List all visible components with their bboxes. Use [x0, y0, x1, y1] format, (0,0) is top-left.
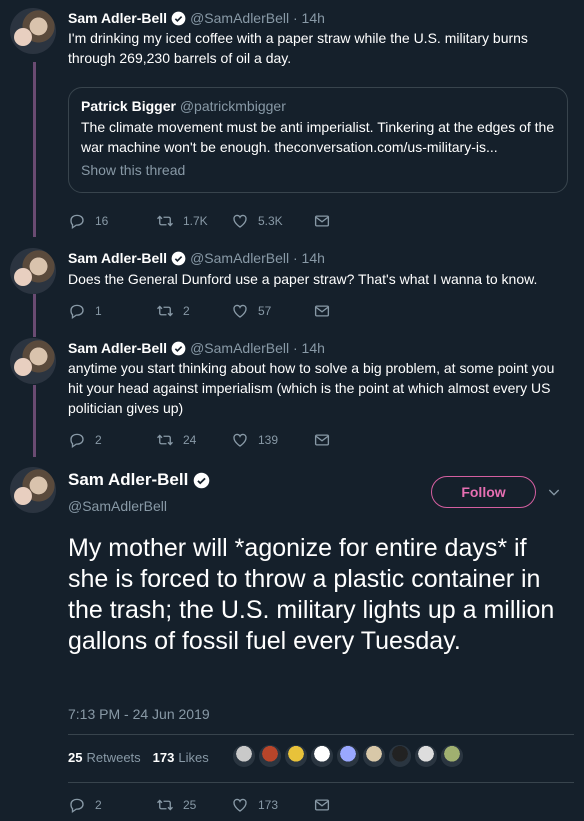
retweet-count: 24	[183, 433, 197, 447]
author-name[interactable]: Sam Adler-Bell	[68, 250, 167, 266]
envelope-icon	[314, 305, 330, 317]
reply-count: 2	[95, 433, 102, 447]
tweet-text: anytime you start thinking about how to …	[68, 360, 555, 416]
liker-avatar[interactable]	[440, 744, 464, 768]
main-tweet-text: My mother will *agonize for entire days*…	[68, 534, 555, 655]
tweet-actions: 1 2 57	[68, 302, 340, 320]
avatar[interactable]	[10, 8, 56, 54]
envelope-icon	[314, 215, 330, 227]
tweet-actions: 2 24 139	[68, 431, 340, 449]
likes-stat[interactable]: 173 Likes	[153, 750, 209, 765]
retweets-stat[interactable]: 25 Retweets	[68, 750, 141, 765]
verified-icon	[171, 341, 186, 355]
reply-count: 1	[95, 304, 102, 318]
liker-avatars	[232, 744, 466, 768]
author-name[interactable]: Sam Adler-Bell	[68, 340, 167, 356]
verified-icon	[171, 251, 186, 265]
reply-count: 16	[95, 214, 109, 228]
retweet-count: 2	[183, 304, 190, 318]
reply-icon	[70, 214, 84, 230]
liker-avatar[interactable]	[414, 744, 438, 768]
retweet-icon	[157, 434, 173, 446]
like-button[interactable]: 57	[231, 302, 313, 320]
heart-icon	[233, 214, 247, 228]
tweet[interactable]: Sam Adler-Bell @SamAdlerBell · 14h Does …	[0, 240, 584, 330]
retweet-button[interactable]: 1.7K	[156, 212, 231, 230]
liker-avatar[interactable]	[362, 744, 386, 768]
like-count: 173	[258, 798, 279, 812]
avatar[interactable]	[10, 467, 56, 513]
tweet-header: Sam Adler-Bell @SamAdlerBell · 14h	[68, 250, 325, 266]
retweet-icon	[157, 305, 173, 317]
avatar[interactable]	[10, 338, 56, 384]
direct-message-button[interactable]	[313, 212, 340, 230]
tweet[interactable]: Sam Adler-Bell @SamAdlerBell · 14h anyti…	[0, 330, 584, 460]
retweet-count: 25	[183, 798, 197, 812]
envelope-icon	[314, 434, 330, 446]
liker-avatar[interactable]	[388, 744, 412, 768]
heart-icon	[233, 433, 247, 447]
envelope-icon	[314, 799, 330, 811]
show-thread-link[interactable]: Show this thread	[81, 162, 555, 178]
quote-header: Patrick Bigger @patrickmbigger	[81, 98, 555, 114]
liker-avatar[interactable]	[258, 744, 282, 768]
author-name[interactable]: Sam Adler-Bell	[68, 10, 167, 26]
tweet-timestamp[interactable]: 7:13 PM - 24 Jun 2019	[68, 706, 210, 722]
engagement-stats: 25 Retweets 173 Likes	[68, 750, 209, 765]
reply-button[interactable]: 16	[68, 212, 156, 230]
like-button[interactable]: 173	[231, 796, 313, 814]
tweet-header: Sam Adler-Bell @SamAdlerBell · 14h	[68, 10, 325, 26]
reply-count: 2	[95, 798, 102, 812]
like-count: 57	[258, 304, 272, 318]
quote-author-name: Patrick Bigger	[81, 98, 176, 114]
like-count: 139	[258, 433, 279, 447]
tweet[interactable]: Sam Adler-Bell @SamAdlerBell · 14h I'm d…	[0, 0, 584, 240]
like-count: 5.3K	[258, 214, 283, 228]
tweet-header: Sam Adler-Bell @SamAdlerBell · 14h	[68, 340, 325, 356]
quoted-tweet[interactable]: Patrick Bigger @patrickmbigger The clima…	[68, 87, 568, 193]
reply-button[interactable]: 1	[68, 302, 156, 320]
like-button[interactable]: 5.3K	[231, 212, 313, 230]
liker-avatar[interactable]	[284, 744, 308, 768]
main-author-name[interactable]: Sam Adler-Bell	[68, 470, 188, 490]
author-handle[interactable]: @SamAdlerBell · 14h	[190, 10, 325, 26]
like-button[interactable]: 139	[231, 431, 313, 449]
avatar[interactable]	[10, 248, 56, 294]
reply-icon	[70, 433, 84, 449]
tweet-text: Does the General Dunford use a paper str…	[68, 271, 538, 287]
verified-icon	[194, 472, 210, 488]
chevron-down-icon[interactable]	[546, 484, 562, 500]
main-tweet-actions: 2 25 173	[68, 796, 340, 814]
heart-icon	[233, 798, 247, 812]
quote-author-handle: @patrickmbigger	[179, 98, 286, 114]
liker-avatar[interactable]	[232, 744, 256, 768]
follow-button[interactable]: Follow	[431, 476, 536, 508]
tweet-text: I'm drinking my iced coffee with a paper…	[68, 30, 528, 66]
tweet-actions: 16 1.7K 5.3K	[68, 212, 340, 230]
retweet-button[interactable]: 2	[156, 302, 231, 320]
divider	[68, 734, 574, 735]
divider	[68, 782, 574, 783]
author-handle[interactable]: @SamAdlerBell · 14h	[190, 340, 325, 356]
liker-avatar[interactable]	[310, 744, 334, 768]
reply-button[interactable]: 2	[68, 796, 156, 814]
author-handle[interactable]: @SamAdlerBell · 14h	[190, 250, 325, 266]
reply-button[interactable]: 2	[68, 431, 156, 449]
reply-icon	[70, 798, 84, 814]
retweet-icon	[157, 799, 173, 811]
direct-message-button[interactable]	[313, 796, 340, 814]
quote-text: The climate movement must be anti imperi…	[81, 119, 555, 155]
retweet-count: 1.7K	[183, 214, 208, 228]
retweet-icon	[157, 215, 173, 227]
verified-icon	[171, 11, 186, 25]
heart-icon	[233, 304, 247, 318]
main-author-name-line: Sam Adler-Bell	[68, 470, 214, 490]
liker-avatar[interactable]	[336, 744, 360, 768]
retweet-button[interactable]: 24	[156, 431, 231, 449]
direct-message-button[interactable]	[313, 431, 340, 449]
retweet-button[interactable]: 25	[156, 796, 231, 814]
reply-icon	[70, 304, 84, 320]
direct-message-button[interactable]	[313, 302, 340, 320]
main-author-handle[interactable]: @SamAdlerBell	[68, 498, 167, 514]
